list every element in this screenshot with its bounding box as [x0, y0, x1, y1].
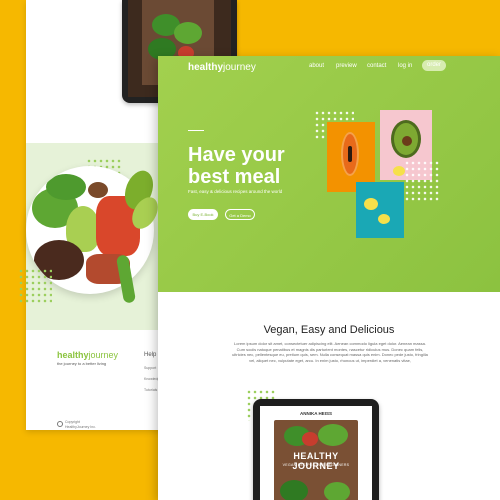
hero-title-line: Have your: [188, 144, 285, 166]
front-page: healthyjourney about preview contact log…: [158, 56, 500, 500]
nav-item-about[interactable]: about: [309, 63, 324, 69]
brand-logo[interactable]: healthyjourney: [188, 62, 256, 73]
buy-ebook-button[interactable]: Buy E-Book: [188, 209, 218, 220]
back-footer-link[interactable]: Support: [144, 366, 156, 370]
copyright-line: HealthyJourney Inc.: [65, 425, 96, 429]
hero-section: healthyjourney about preview contact log…: [158, 56, 500, 292]
tablet-screen: ANNIKA HEISS HEALTHY JOURNEY VEGAN RECIP…: [260, 406, 372, 500]
book-subtitle: VEGAN RECIPES FOR BEGINNERS: [282, 463, 350, 467]
back-tablet-leaf: [174, 22, 202, 44]
copyright-icon: [57, 421, 63, 427]
hero-divider: [188, 130, 204, 131]
lemon-icon: [378, 214, 390, 224]
back-footer-copyright: Copyright HealthyJourney Inc.: [57, 420, 96, 430]
order-button[interactable]: order: [422, 60, 446, 71]
nav-item-preview[interactable]: preview: [336, 63, 357, 69]
lemon-icon: [364, 198, 378, 210]
nav-item-login[interactable]: log in: [398, 63, 412, 69]
lemon-icon: [393, 166, 405, 176]
avocado-icon: [391, 120, 421, 158]
book-author: ANNIKA HEISS: [299, 411, 333, 416]
section-title: Vegan, Easy and Delicious: [263, 324, 395, 336]
get-demo-button[interactable]: Get a Demo: [225, 209, 255, 220]
dot-grid-decoration: [18, 268, 52, 304]
dot-grid-decoration: [404, 160, 440, 202]
hero-title: Have your best meal: [188, 144, 285, 188]
back-footer-link[interactable]: Tutorials: [144, 388, 157, 392]
lemon-image: [356, 182, 404, 238]
back-footer-help-heading: Help: [144, 352, 157, 358]
hero-title-line: best meal: [188, 166, 281, 188]
section-paragraph: Lorem ipsum dolor sit amet, consectetuer…: [232, 341, 428, 363]
hero-subtitle: Fast, easy & delicious recipes around th…: [188, 189, 283, 194]
ebook-tablet: ANNIKA HEISS HEALTHY JOURNEY VEGAN RECIP…: [253, 399, 379, 500]
nav-item-contact[interactable]: contact: [367, 63, 386, 69]
book-title: HEALTHY JOURNEY: [292, 451, 340, 471]
papaya-icon: [341, 132, 359, 176]
back-footer-tagline: the journey to a better living: [57, 361, 107, 366]
back-footer-logo[interactable]: healthyjourney: [57, 350, 118, 360]
